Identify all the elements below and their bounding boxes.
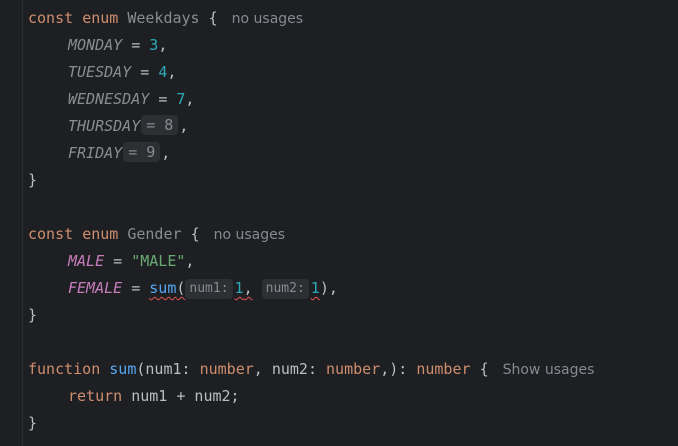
enum-member-name[interactable]: MALE [68, 252, 104, 270]
code-line[interactable]: const enum Weekdays { no usages [28, 5, 678, 32]
code-line[interactable]: FRIDAY = 9, [28, 140, 678, 167]
inlay-value-hint: = 8 [141, 115, 179, 135]
argument-value: 1 [234, 279, 244, 297]
param-num2[interactable]: num2 [272, 360, 308, 378]
param-num1[interactable]: num1 [145, 360, 181, 378]
enum-name-gender[interactable]: Gender [127, 225, 181, 243]
signature-tail: ,): [380, 360, 408, 378]
string-literal: "MALE" [131, 252, 186, 270]
colon: : [307, 360, 317, 378]
code-line[interactable]: MALE = "MALE", [28, 248, 678, 275]
comma: , [185, 90, 195, 108]
blank-line[interactable] [28, 329, 678, 356]
code-line[interactable]: function sum(num1: number, num2: number,… [28, 356, 678, 383]
open-brace: { [208, 9, 218, 27]
enum-member-name[interactable]: THURSDAY [68, 117, 140, 135]
code-line[interactable]: FEMALE = sum(num1: 1, num2: 1), [28, 275, 678, 302]
equals-sign: = [131, 279, 141, 297]
usages-hint[interactable]: no usages [214, 227, 285, 243]
code-editor[interactable]: const enum Weekdays { no usages MONDAY = … [28, 5, 678, 437]
close-brace: } [28, 414, 38, 432]
close-brace: } [28, 306, 38, 324]
equals-sign: = [131, 36, 141, 54]
return-expression: num1 + num2; [131, 387, 240, 405]
enum-member-name[interactable]: TUESDAY [68, 63, 131, 81]
enum-member-value: 3 [149, 36, 159, 54]
code-line[interactable]: THURSDAY = 8, [28, 113, 678, 140]
comma: , [158, 36, 168, 54]
keyword-enum: enum [82, 225, 119, 243]
comma: , [253, 360, 263, 378]
inlay-value-hint: = 9 [123, 142, 161, 162]
enum-member-name[interactable]: FEMALE [68, 279, 122, 297]
argument-value: 1 [310, 279, 320, 297]
open-brace: { [190, 225, 200, 243]
keyword-const: const [28, 9, 74, 27]
enum-name-weekdays[interactable]: Weekdays [127, 9, 199, 27]
keyword-function: function [28, 360, 101, 378]
enum-member-name[interactable]: FRIDAY [68, 144, 122, 162]
parameter-hint-num2: num2: [261, 279, 309, 299]
parameter-hint-num1: num1: [185, 279, 233, 299]
show-usages-link[interactable]: Show usages [503, 362, 595, 378]
keyword-return: return [68, 387, 123, 405]
comma: , [243, 279, 253, 297]
close-brace: } [28, 171, 38, 189]
code-line[interactable]: const enum Gender { no usages [28, 221, 678, 248]
close-paren: ), [319, 279, 338, 297]
blank-line[interactable] [28, 194, 678, 221]
enum-member-name[interactable]: WEDNESDAY [68, 90, 149, 108]
function-name-sum[interactable]: sum [109, 360, 136, 378]
equals-sign: = [140, 63, 150, 81]
function-call-sum[interactable]: sum [149, 279, 176, 297]
gutter-divider [22, 0, 23, 446]
type-number: number [199, 360, 254, 378]
colon: : [181, 360, 191, 378]
code-line[interactable]: WEDNESDAY = 7, [28, 86, 678, 113]
keyword-const: const [28, 225, 74, 243]
comma: , [167, 63, 177, 81]
code-line[interactable]: } [28, 167, 678, 194]
type-number: number [326, 360, 381, 378]
open-brace: { [479, 360, 489, 378]
equals-sign: = [158, 90, 168, 108]
open-paren: ( [176, 279, 186, 297]
enum-member-value: 4 [158, 63, 168, 81]
keyword-enum: enum [82, 9, 119, 27]
usages-hint[interactable]: no usages [232, 11, 303, 27]
code-line[interactable]: } [28, 410, 678, 437]
code-line[interactable]: TUESDAY = 4, [28, 59, 678, 86]
enum-member-name[interactable]: MONDAY [68, 36, 122, 54]
equals-sign: = [113, 252, 123, 270]
code-line[interactable]: } [28, 302, 678, 329]
return-type: number [416, 360, 471, 378]
code-line[interactable]: return num1 + num2; [28, 383, 678, 410]
comma: , [161, 144, 171, 162]
comma: , [185, 252, 195, 270]
comma: , [179, 117, 189, 135]
code-line[interactable]: MONDAY = 3, [28, 32, 678, 59]
